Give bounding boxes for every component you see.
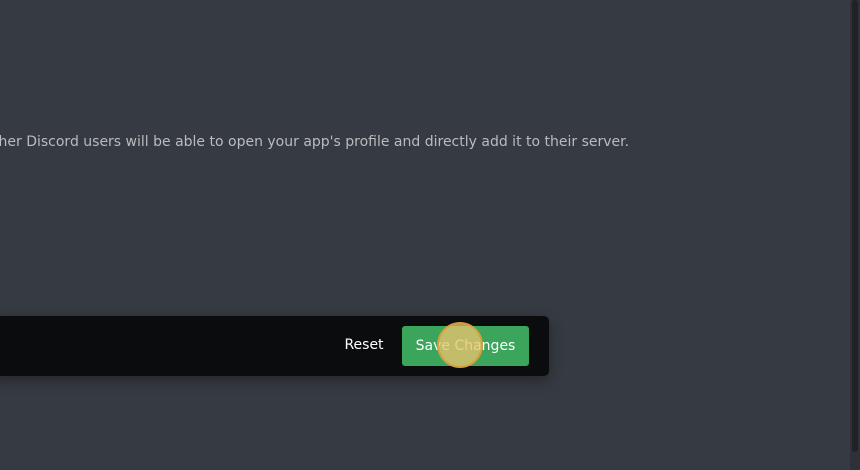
scrollbar-thumb[interactable] [852,0,858,452]
reset-button[interactable]: Reset [336,325,392,365]
scrollbar-track[interactable] [850,0,860,470]
install-description-text: Other Discord users will be able to open… [0,134,630,150]
app-settings-page: Other Discord users will be able to open… [0,0,860,470]
save-changes-button[interactable]: Save Changes [402,326,529,366]
